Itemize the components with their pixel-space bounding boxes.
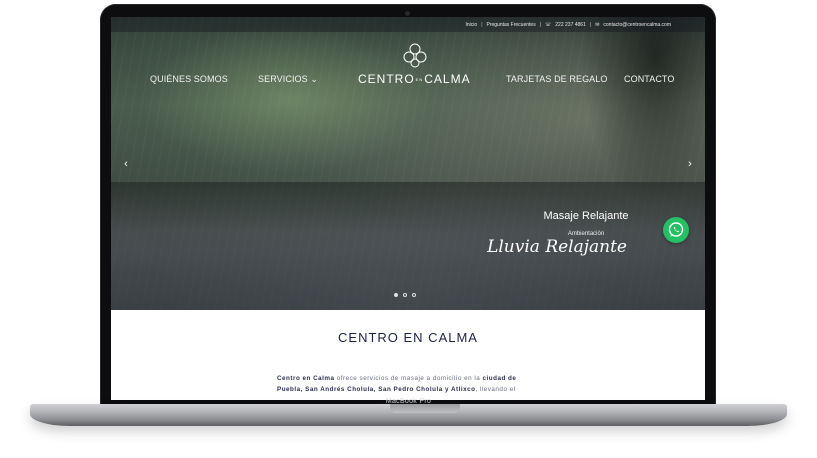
- logo-word-calma: CALMA: [424, 72, 471, 86]
- hero-slider: Inicio | Preguntas Frecuentes | ☏ 222 23…: [111, 17, 705, 310]
- device-label: MacBook Pro: [385, 398, 432, 405]
- logo-word-centro: CENTRO: [358, 72, 415, 86]
- intro-paragraph: Centro en Calma ofrece servicios de masa…: [277, 373, 541, 395]
- lotus-logo-icon: [403, 43, 427, 68]
- intro-section: CENTRO EN CALMA Centro en Calma ofrece s…: [111, 310, 705, 400]
- slide-caption-script: Lluvia Relajante: [487, 237, 627, 257]
- whatsapp-icon: [668, 222, 684, 237]
- nav-item-quienes-somos[interactable]: QUIÉNES SOMOS: [150, 74, 228, 84]
- laptop-base: MacBook Pro: [30, 398, 787, 426]
- para-text-1: ofrece servicios de masaje a domicilio e…: [334, 375, 483, 382]
- slider-next-arrow-icon[interactable]: ›: [683, 157, 697, 171]
- section-title: CENTRO EN CALMA: [338, 330, 478, 345]
- nav-item-servicios-label: SERVICIOS: [258, 74, 308, 84]
- slider-prev-arrow-icon[interactable]: ‹: [119, 157, 133, 171]
- slider-dot-2[interactable]: [403, 293, 407, 297]
- main-nav: QUIÉNES SOMOS SERVICIOS ⌄ CENTROENCALMA …: [111, 17, 705, 97]
- slider-dot-1[interactable]: [394, 293, 398, 297]
- nav-item-contacto[interactable]: CONTACTO: [624, 74, 674, 84]
- slide-caption-title: Masaje Relajante: [543, 210, 629, 222]
- slider-dots: [394, 293, 416, 297]
- laptop-notch: [390, 404, 460, 413]
- nav-item-tarjetas-de-regalo[interactable]: TARJETAS DE REGALO: [506, 74, 608, 84]
- laptop-screen: Inicio | Preguntas Frecuentes | ☏ 222 23…: [111, 17, 705, 400]
- para-text-2: , llevando el: [475, 386, 516, 393]
- site-logo[interactable]: CENTROENCALMA: [358, 72, 471, 86]
- nav-item-servicios[interactable]: SERVICIOS ⌄: [258, 74, 318, 85]
- para-bold-brand: Centro en Calma: [277, 375, 335, 382]
- webcam: [405, 11, 410, 16]
- logo-word-en: EN: [415, 77, 424, 83]
- whatsapp-button[interactable]: [663, 217, 689, 243]
- chevron-down-icon: ⌄: [310, 74, 319, 84]
- slider-dot-3[interactable]: [412, 293, 416, 297]
